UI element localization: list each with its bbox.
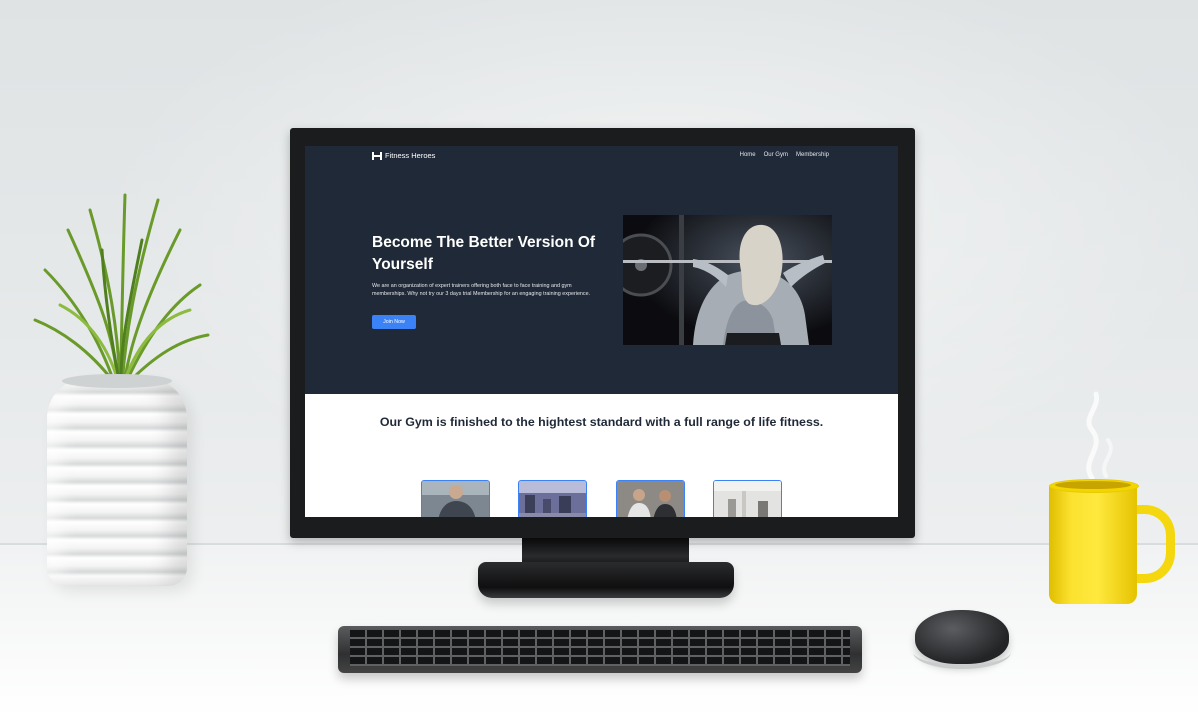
hero-image	[623, 215, 832, 345]
site-logo-text: Fitness Heroes	[385, 151, 436, 160]
plant-pot-rim	[62, 374, 172, 388]
hero-description: We are an organization of expert trainer…	[372, 283, 591, 298]
plant-leaves	[33, 193, 210, 385]
yellow-mug	[1049, 484, 1137, 604]
hero-title: Become The Better Version Of Yourself	[372, 234, 596, 273]
gallery-image-workout[interactable]	[616, 480, 685, 517]
mug-inside	[1055, 481, 1131, 489]
nav-menu: Home Our Gym Membership	[740, 152, 829, 158]
dumbbell-logo-icon	[372, 151, 382, 160]
gallery-image-gym-floor[interactable]	[518, 480, 587, 517]
join-now-button[interactable]: Join Now	[372, 315, 416, 329]
monitor-screen: Fitness Heroes Home Our Gym Membership B…	[305, 146, 898, 517]
hero-section: Fitness Heroes Home Our Gym Membership B…	[305, 146, 898, 394]
monitor-base	[478, 562, 734, 598]
mouse-band	[913, 635, 1011, 669]
gallery-image-trainer[interactable]	[421, 480, 490, 517]
plant-pot	[47, 378, 187, 586]
nav-link-our-gym[interactable]: Our Gym	[764, 152, 788, 158]
site-logo[interactable]: Fitness Heroes	[372, 151, 435, 160]
keyboard-keys	[350, 630, 850, 666]
gym-section-title: Our Gym is finished to the hightest stan…	[379, 415, 824, 429]
nav-link-home[interactable]: Home	[740, 152, 756, 158]
gallery-image-equipment[interactable]	[713, 480, 782, 517]
steam	[1086, 391, 1113, 480]
nav-link-membership[interactable]: Membership	[796, 152, 829, 158]
